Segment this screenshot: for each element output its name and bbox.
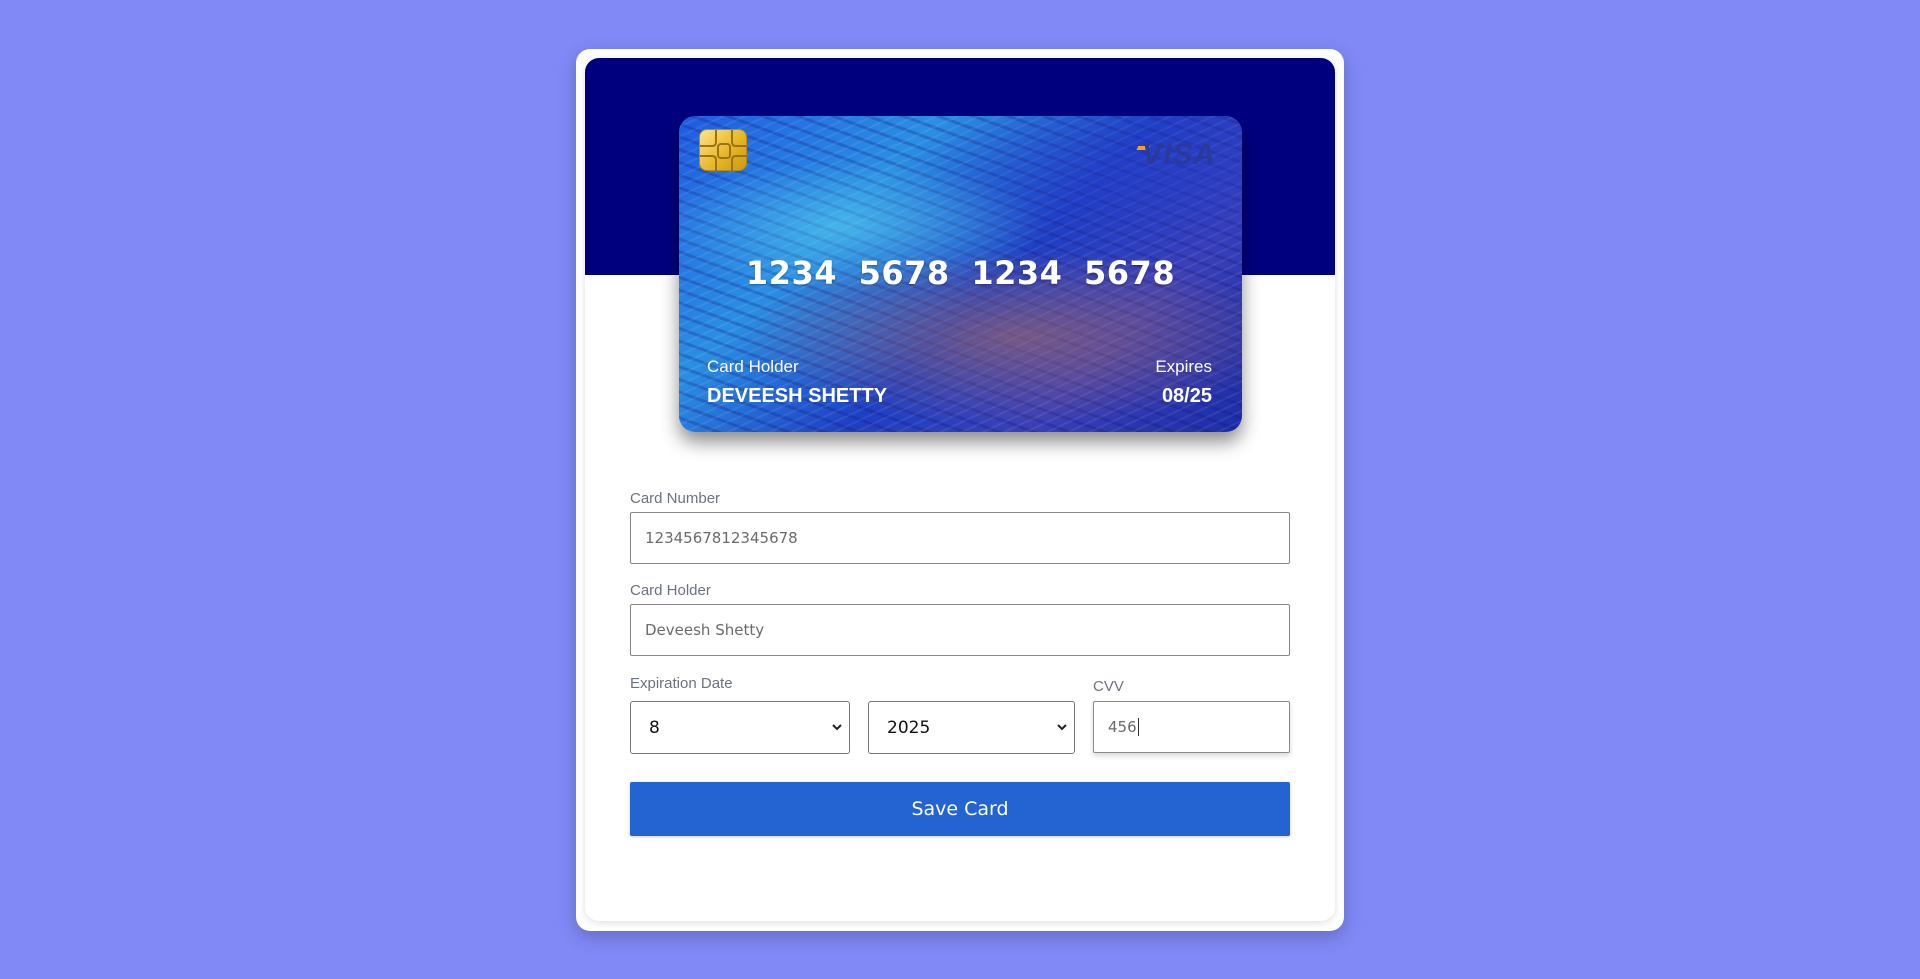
card-holder-input[interactable]: Deveesh Shetty <box>630 604 1290 656</box>
card-holder-field-label: Card Holder <box>630 582 711 599</box>
expiration-year-value: 2025 <box>887 717 931 738</box>
card-form-container: VISA 1234 5678 1234 5678 Card Holder DEV… <box>576 49 1344 931</box>
cvv-value: 456 <box>1108 718 1137 736</box>
card-holder-value: Deveesh Shetty <box>645 621 765 639</box>
card-number-label: Card Number <box>630 490 721 507</box>
chevron-down-icon <box>832 724 842 731</box>
save-card-button[interactable]: Save Card <box>630 782 1290 836</box>
chevron-down-icon <box>1057 724 1067 731</box>
credit-card-preview: VISA 1234 5678 1234 5678 Card Holder DEV… <box>679 116 1242 432</box>
card-number-display: 1234 5678 1234 5678 <box>745 254 1176 292</box>
cvv-label: CVV <box>1093 678 1124 695</box>
expiration-date-label: Expiration Date <box>630 675 733 692</box>
card-holder-label: Card Holder <box>707 357 799 376</box>
expires-value: 08/25 <box>1161 385 1212 407</box>
card-number-value: 1234567812345678 <box>645 529 798 547</box>
text-cursor <box>1137 718 1139 736</box>
card-holder-name: DEVEESH SHETTY <box>707 385 888 407</box>
expiration-month-value: 8 <box>649 717 660 738</box>
visa-logo-icon: VISA <box>1141 138 1216 171</box>
card-form-panel: VISA 1234 5678 1234 5678 Card Holder DEV… <box>585 58 1335 921</box>
card-chip-icon <box>699 129 748 172</box>
expiration-month-select[interactable]: 8 <box>630 701 850 754</box>
expires-label: Expires <box>1155 357 1212 376</box>
cvv-input[interactable]: 456 <box>1093 701 1290 753</box>
card-number-input[interactable]: 1234567812345678 <box>630 512 1290 564</box>
expiration-year-select[interactable]: 2025 <box>868 701 1075 754</box>
